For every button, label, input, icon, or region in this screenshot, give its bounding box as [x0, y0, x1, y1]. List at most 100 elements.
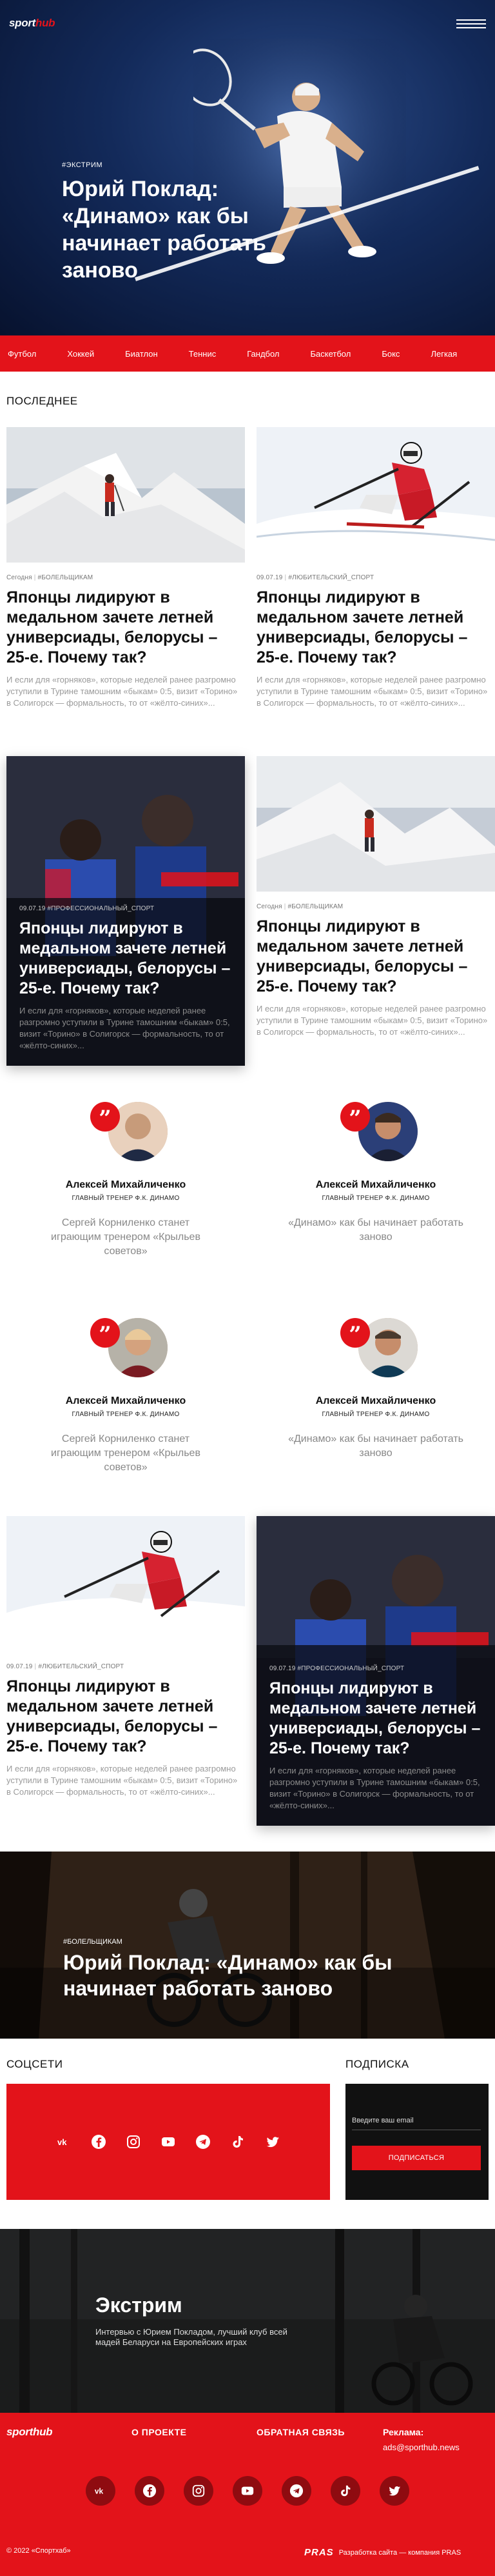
article-meta: 09.07.19 #ПРОФЕССИОНАЛЬНЫЙ_СПОРТ	[269, 1665, 405, 1672]
sports-nav-item[interactable]: Легкая	[431, 349, 457, 359]
article-image-climber	[6, 427, 245, 563]
facebook-icon[interactable]	[135, 2476, 164, 2506]
article-title[interactable]: Японцы лидируют в медальном зачете летне…	[19, 919, 232, 999]
email-field[interactable]	[352, 2111, 481, 2130]
sports-nav-item[interactable]: Бокс	[382, 349, 400, 359]
article-excerpt: И если для «горняков», которые неделей р…	[269, 1766, 480, 1810]
telegram-icon[interactable]	[282, 2476, 311, 2506]
extreme-text: Интервью с Юрием Покладом, лучший клуб в…	[95, 2327, 287, 2347]
quote-text[interactable]: «Динамо» как бы начинает работать заново	[286, 1216, 466, 1244]
hero-banner[interactable]: sporthub #ЭКСТРИМ Юрий Поклад: «Динамо» …	[0, 0, 495, 335]
tiktok-icon[interactable]	[229, 2133, 246, 2150]
quote-card[interactable]: ” Алексей Михайличенко ГЛАВНЫЙ ТРЕНЕР Ф.…	[19, 1313, 232, 1475]
developer-credit[interactable]: PRAS Разработка сайта — компания PRAS	[304, 2547, 461, 2558]
quote-text[interactable]: «Динамо» как бы начинает работать заново	[286, 1432, 466, 1461]
article-card[interactable]: Сегодня | #БОЛЕЛЬЩИКАМ Японцы лидируют в…	[257, 756, 495, 1038]
quote-text[interactable]: Сергей Корниленко станет играющим тренер…	[35, 1216, 216, 1259]
quote-card[interactable]: ” Алексей Михайличенко ГЛАВНЫЙ ТРЕНЕР Ф.…	[19, 1097, 232, 1259]
article-title[interactable]: Японцы лидируют в медальном зачете летне…	[257, 588, 495, 668]
instagram-icon[interactable]	[184, 2476, 213, 2506]
social-title: СОЦСЕТИ	[6, 2058, 63, 2070]
banner-tag[interactable]: #БОЛЕЛЬЩИКАМ	[63, 1938, 122, 1946]
vk-icon[interactable]: vk	[86, 2476, 115, 2506]
vk-icon[interactable]: vk	[55, 2133, 72, 2150]
article-excerpt: И если для «горняков», которые неделей р…	[6, 675, 238, 708]
subscribe-title: ПОДПИСКА	[345, 2058, 409, 2070]
article-meta: 09.07.19 | #ЛЮБИТЕЛЬСКИЙ_СПОРТ	[6, 1663, 124, 1670]
article-excerpt: И если для «горняков», которые неделей р…	[19, 1006, 230, 1050]
article-meta: 09.07.19 #ПРОФЕССИОНАЛЬНЫЙ_СПОРТ	[19, 905, 155, 912]
article-excerpt: И если для «горняков», которые неделей р…	[257, 1004, 488, 1037]
quote-role: ГЛАВНЫЙ ТРЕНЕР Ф.К. ДИНАМО	[72, 1195, 180, 1202]
article-image-skier	[257, 427, 495, 563]
sports-nav-item[interactable]: Хоккей	[67, 349, 94, 359]
banner-title[interactable]: Юрий Поклад: «Динамо» как бы начинает ра…	[63, 1950, 450, 2001]
article-image-skier	[6, 1516, 245, 1652]
svg-text:vk: vk	[95, 2487, 104, 2496]
quote-role: ГЛАВНЫЙ ТРЕНЕР Ф.К. ДИНАМО	[322, 1411, 430, 1418]
quote-author: Алексей Михайличенко	[65, 1395, 186, 1406]
quote-card[interactable]: ” Алексей Михайличенко ГЛАВНЫЙ ТРЕНЕР Ф.…	[269, 1097, 482, 1244]
article-title[interactable]: Японцы лидируют в медальном зачете летне…	[6, 1677, 245, 1757]
article-title[interactable]: Японцы лидируют в медальном зачете летне…	[257, 917, 495, 997]
latest-section-title: ПОСЛЕДНЕЕ	[6, 395, 78, 407]
quote-card[interactable]: ” Алексей Михайличенко ГЛАВНЫЙ ТРЕНЕР Ф.…	[269, 1313, 482, 1461]
instagram-icon[interactable]	[125, 2133, 142, 2150]
youtube-icon[interactable]	[233, 2476, 262, 2506]
extreme-title[interactable]: Экстрим	[95, 2293, 182, 2317]
menu-icon[interactable]	[456, 18, 486, 30]
article-card-featured[interactable]: 09.07.19 #ПРОФЕССИОНАЛЬНЫЙ_СПОРТ Японцы …	[257, 1516, 495, 1826]
footer-social-links: vk	[0, 2476, 495, 2506]
article-meta: Сегодня | #БОЛЕЛЬЩИКАМ	[6, 574, 93, 581]
site-logo[interactable]: sporthub	[9, 17, 55, 30]
article-meta: Сегодня | #БОЛЕЛЬЩИКАМ	[257, 903, 344, 910]
facebook-icon[interactable]	[90, 2133, 107, 2150]
twitter-icon[interactable]	[380, 2476, 409, 2506]
quote-icon: ”	[90, 1102, 120, 1132]
article-card[interactable]: Сегодня | #БОЛЕЛЬЩИКАМ Японцы лидируют в…	[6, 427, 245, 709]
developer-text: Разработка сайта — компания PRAS	[338, 2548, 461, 2557]
social-links: vk	[6, 2084, 330, 2200]
sports-nav: Футбол Хоккей Биатлон Теннис Гандбол Бас…	[0, 335, 495, 372]
quote-text[interactable]: Сергей Корниленко станет играющим тренер…	[35, 1432, 216, 1475]
ad-email-link[interactable]: ads@sporthub.news	[383, 2442, 460, 2452]
feedback-link[interactable]: ОБРАТНАЯ СВЯЗЬ	[257, 2427, 345, 2437]
footer-logo[interactable]: sporthub	[6, 2426, 53, 2439]
subscribe-form: ПОДПИСАТЬСЯ	[345, 2084, 489, 2200]
subscribe-button[interactable]: ПОДПИСАТЬСЯ	[352, 2146, 481, 2170]
article-card[interactable]: 09.07.19 | #ЛЮБИТЕЛЬСКИЙ_СПОРТ Японцы ли…	[257, 427, 495, 709]
ad-label: Реклама:	[383, 2427, 424, 2437]
quote-author: Алексей Михайличенко	[315, 1179, 436, 1190]
quote-role: ГЛАВНЫЙ ТРЕНЕР Ф.К. ДИНАМО	[322, 1195, 430, 1202]
quote-icon: ”	[90, 1318, 120, 1348]
telegram-icon[interactable]	[195, 2133, 211, 2150]
quote-author: Алексей Михайличенко	[65, 1179, 186, 1190]
sports-nav-item[interactable]: Теннис	[189, 349, 217, 359]
article-title[interactable]: Японцы лидируют в медальном зачете летне…	[6, 588, 245, 668]
article-meta: 09.07.19 | #ЛЮБИТЕЛЬСКИЙ_СПОРТ	[257, 574, 374, 581]
developer-logo: PRAS	[304, 2547, 334, 2558]
article-excerpt: И если для «горняков», которые неделей р…	[257, 675, 488, 708]
youtube-icon[interactable]	[160, 2133, 177, 2150]
copyright: © 2022 «Спортхаб»	[6, 2547, 71, 2555]
extreme-image	[0, 2229, 495, 2413]
about-link[interactable]: О ПРОЕКТЕ	[131, 2427, 187, 2437]
hero-tag[interactable]: #ЭКСТРИМ	[62, 161, 102, 169]
sports-nav-item[interactable]: Биатлон	[125, 349, 158, 359]
article-image-climber	[257, 756, 495, 892]
tiktok-icon[interactable]	[331, 2476, 360, 2506]
feature-banner[interactable]: #БОЛЕЛЬЩИКАМ Юрий Поклад: «Динамо» как б…	[0, 1852, 495, 2039]
hero-title[interactable]: Юрий Поклад: «Динамо» как бы начинает ра…	[62, 175, 333, 284]
article-card[interactable]: 09.07.19 | #ЛЮБИТЕЛЬСКИЙ_СПОРТ Японцы ли…	[6, 1516, 245, 1798]
article-excerpt: И если для «горняков», которые неделей р…	[6, 1764, 238, 1797]
footer: sporthub О ПРОЕКТЕ ОБРАТНАЯ СВЯЗЬ Реклам…	[0, 2413, 495, 2576]
sports-nav-item[interactable]: Гандбол	[247, 349, 279, 359]
sports-nav-item[interactable]: Футбол	[8, 349, 36, 359]
extreme-banner[interactable]: Экстрим Интервью с Юрием Покладом, лучши…	[0, 2229, 495, 2413]
article-card-featured[interactable]: 09.07.19 #ПРОФЕССИОНАЛЬНЫЙ_СПОРТ Японцы …	[6, 756, 245, 1066]
twitter-icon[interactable]	[264, 2133, 281, 2150]
sports-nav-item[interactable]: Баскетбол	[311, 349, 351, 359]
quote-icon: ”	[340, 1102, 370, 1132]
quote-icon: ”	[340, 1318, 370, 1348]
article-title[interactable]: Японцы лидируют в медальном зачете летне…	[269, 1679, 482, 1759]
